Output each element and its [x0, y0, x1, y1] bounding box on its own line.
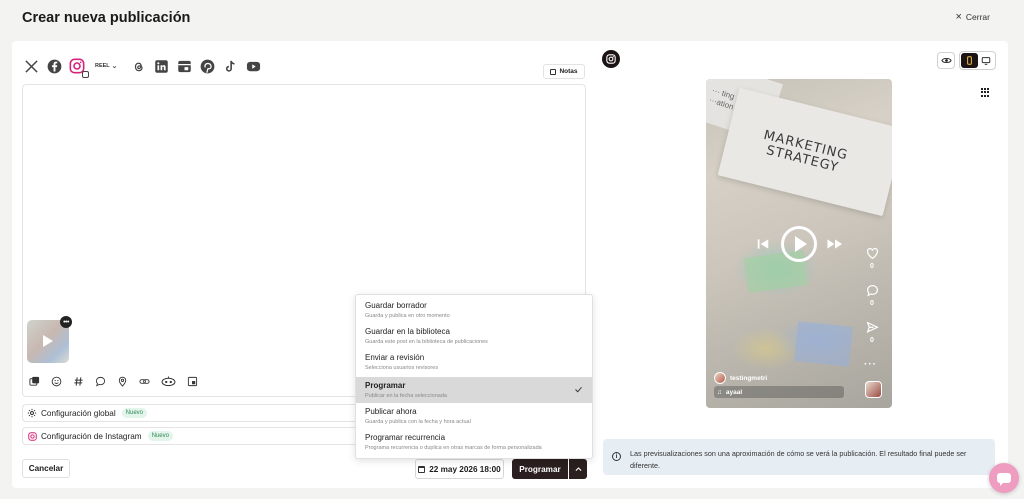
share-action[interactable]: 0 — [864, 321, 880, 344]
chat-icon — [997, 473, 1011, 486]
close-icon: × — [955, 11, 962, 23]
comment-icon[interactable] — [94, 375, 106, 387]
calendar-icon — [418, 465, 426, 473]
link-icon[interactable] — [138, 375, 150, 387]
like-action[interactable]: 0 — [864, 247, 880, 270]
audio-name: ayaal — [725, 388, 743, 396]
instagram-config-row[interactable]: Configuración de Instagram Nuevo — [22, 427, 362, 445]
threads-icon[interactable] — [130, 57, 148, 75]
chevron-down-icon: ⌄ — [111, 63, 118, 70]
global-config-row[interactable]: Configuración global Nuevo — [22, 404, 362, 422]
comment-count: 0 — [870, 300, 874, 307]
preview-disclaimer: i Las previsualizaciones son una aproxim… — [603, 439, 995, 475]
instagram-config-label: Configuración de Instagram — [41, 431, 142, 441]
reel-author: testingmetri — [714, 372, 767, 384]
more-horizontal-icon[interactable]: ··· — [864, 359, 877, 370]
reel-preview: ··· ting ···ation MARKETING STRATEGY 0 0 … — [706, 79, 892, 408]
previous-icon[interactable] — [756, 237, 770, 251]
publish-options-menu: Guardar borrador Guarda y publica en otr… — [355, 294, 593, 459]
audio-disc-icon — [865, 381, 882, 398]
preview-toggle-button[interactable] — [937, 52, 955, 69]
facebook-icon[interactable] — [45, 57, 63, 75]
audio-track: ♫ ayaal — [714, 386, 844, 398]
menu-item-save-library[interactable]: Guardar en la biblioteca Guarda este pos… — [356, 323, 592, 349]
youtube-icon[interactable] — [245, 57, 263, 75]
gear-icon — [27, 408, 37, 418]
close-button[interactable]: × Cerrar — [955, 11, 990, 23]
instagram-icon[interactable] — [68, 57, 89, 78]
format-select-value: REEL — [95, 63, 110, 69]
new-badge: Nuevo — [147, 431, 173, 441]
chat-button[interactable] — [989, 463, 1019, 493]
format-select[interactable]: REEL ⌄ — [95, 62, 118, 70]
sticky-note — [794, 321, 853, 367]
page-title: Crear nueva publicación — [22, 10, 191, 26]
global-config-label: Configuración global — [41, 408, 116, 418]
modal-header: Crear nueva publicación × Cerrar — [0, 0, 1024, 40]
music-note-icon: ♫ — [717, 388, 722, 396]
location-icon[interactable] — [116, 375, 128, 387]
ai-icon[interactable] — [160, 375, 176, 387]
emoji-icon[interactable] — [50, 375, 62, 387]
date-label: 22 may 2026 18:00 — [429, 464, 501, 474]
more-options-icon[interactable]: ••• — [60, 316, 72, 328]
close-label: Cerrar — [965, 12, 990, 22]
info-icon: i — [612, 452, 621, 461]
menu-item-recurrence[interactable]: Programar recurrencia Programa recurrenc… — [356, 429, 592, 455]
chevron-up-icon — [574, 466, 582, 471]
like-count: 0 — [870, 263, 874, 270]
grid-icon[interactable] — [981, 88, 990, 97]
desktop-icon — [981, 56, 990, 65]
send-icon — [866, 321, 879, 333]
cancel-button[interactable]: Cancelar — [22, 459, 70, 478]
menu-item-save-draft[interactable]: Guardar borrador Guarda y publica en otr… — [356, 297, 592, 323]
hashtag-icon[interactable] — [72, 375, 84, 387]
new-badge: Nuevo — [121, 408, 147, 418]
fast-forward-icon[interactable] — [826, 237, 844, 251]
username: testingmetri — [730, 374, 768, 382]
network-selector: REEL ⌄ — [22, 56, 268, 78]
pinterest-icon[interactable] — [199, 57, 217, 75]
menu-item-send-review[interactable]: Enviar a revisión Selecciona usuarios re… — [356, 349, 592, 375]
disclaimer-text: Las previsualizaciones son una aproximac… — [630, 449, 967, 470]
reel-badge-icon — [82, 71, 89, 78]
cover-icon[interactable] — [186, 375, 198, 387]
linkedin-icon[interactable] — [153, 57, 171, 75]
notes-button[interactable]: Notas — [543, 64, 585, 79]
notes-label: Notas — [559, 68, 578, 75]
editor-toolbar — [28, 375, 208, 387]
google-business-icon[interactable] — [176, 57, 194, 75]
heart-icon — [866, 248, 878, 260]
desktop-view-button[interactable] — [978, 53, 995, 68]
add-media-icon[interactable] — [28, 375, 40, 387]
mobile-view-button[interactable] — [961, 53, 978, 68]
avatar — [714, 372, 726, 384]
comment-action[interactable]: 0 — [864, 284, 880, 307]
schedule-button[interactable]: Programar — [512, 459, 568, 479]
menu-item-schedule[interactable]: Programar Publicar en la fecha seleccion… — [356, 377, 592, 403]
play-button[interactable] — [781, 226, 817, 262]
share-count: 0 — [870, 337, 874, 344]
eye-icon — [940, 57, 952, 64]
instagram-small-icon — [27, 431, 37, 441]
x-icon[interactable] — [22, 57, 40, 75]
check-icon — [575, 386, 582, 393]
date-picker-button[interactable]: 22 may 2026 18:00 — [415, 459, 504, 479]
note-icon — [550, 68, 557, 75]
menu-item-publish-now[interactable]: Publicar ahora Guarda y publica con la f… — [356, 403, 592, 429]
comment-bubble-icon — [866, 285, 878, 297]
preview-instagram-icon[interactable] — [602, 50, 620, 68]
play-icon — [794, 236, 807, 252]
mobile-icon — [966, 56, 972, 65]
play-icon — [43, 335, 53, 347]
device-toggle — [959, 51, 996, 70]
schedule-options-toggle[interactable] — [569, 459, 587, 479]
tiktok-icon[interactable] — [222, 57, 240, 75]
